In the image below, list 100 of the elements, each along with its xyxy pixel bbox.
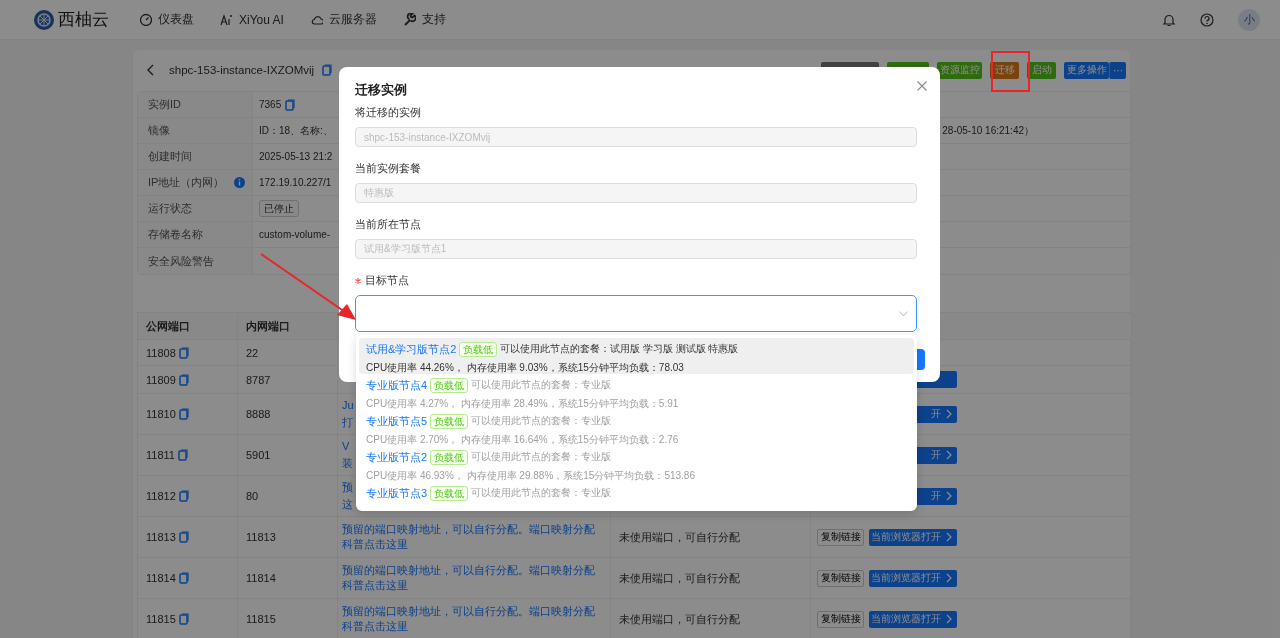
help-icon[interactable] bbox=[1200, 12, 1214, 27]
nav-link[interactable]: 支持 bbox=[402, 11, 446, 28]
table-cell: 11812 bbox=[146, 490, 176, 502]
status-tag: 已停止 bbox=[259, 200, 299, 217]
node-plans: 可以使用此节点的套餐：专业版 bbox=[471, 415, 612, 428]
field-label: 将迁移的实例 bbox=[355, 105, 421, 120]
node-name: 专业版节点2 bbox=[366, 450, 428, 465]
table-cell: 22 bbox=[246, 346, 259, 359]
field-label: IP地址（内网） bbox=[148, 175, 225, 190]
chevron-right-icon bbox=[946, 491, 952, 501]
cloud-icon bbox=[309, 13, 323, 26]
chevron-right-icon bbox=[946, 409, 952, 419]
user-avatar[interactable]: 小 bbox=[1238, 8, 1260, 31]
close-icon[interactable] bbox=[917, 81, 927, 91]
load-tag: 负载低 bbox=[430, 486, 469, 501]
field-label: 存储卷名称 bbox=[148, 227, 203, 242]
node-name: 试用&学习版节点2 bbox=[366, 342, 457, 357]
chevron-down-icon bbox=[899, 310, 908, 317]
field-value: 172.19.10.227/1 bbox=[259, 177, 332, 188]
copy-icon[interactable] bbox=[178, 373, 189, 386]
copy-icon[interactable] bbox=[178, 572, 189, 584]
table-cell: 11810 bbox=[146, 408, 176, 420]
table-cell: 未使用端口，可自行分配 bbox=[619, 611, 740, 627]
dialog-title: 迁移实例 bbox=[355, 81, 408, 99]
node-stats: CPU使用率 46.93%， 内存使用率 29.88%，系统15分钟平均负载：513.86 bbox=[366, 469, 696, 483]
field-label: 实例ID bbox=[148, 97, 181, 112]
table-cell: 未使用端口，可自行分配 bbox=[619, 529, 740, 545]
chevron-right-icon bbox=[946, 573, 952, 583]
copy-icon[interactable] bbox=[178, 490, 189, 502]
logo-text: 西柚云 bbox=[58, 9, 109, 31]
node-plans: 可以使用此节点的套餐：专业版 bbox=[471, 487, 612, 500]
open-in-browser-button[interactable]: 当前浏览器打开 bbox=[869, 569, 957, 587]
port-mapping-link[interactable]: 预留的端口映射地址，可以自行分配。端口映射分配科普点击这里 bbox=[342, 522, 602, 552]
open-in-browser-button[interactable]: 当前浏览器打开 bbox=[869, 528, 957, 546]
table-cell: 11811 bbox=[146, 449, 175, 461]
ai-icon bbox=[220, 13, 233, 26]
field-value: custom-volume- bbox=[259, 229, 331, 240]
table-cell: 11814 bbox=[146, 572, 176, 584]
port-mapping-link[interactable]: 预留的端口映射地址，可以自行分配。端口映射分配科普点击这里 bbox=[342, 604, 602, 634]
table-cell: 11815 bbox=[146, 613, 176, 625]
action-button[interactable]: 资源监控 bbox=[937, 61, 982, 79]
port-mapping-link[interactable]: 预留的端口映射地址，可以自行分配。端口映射分配科普点击这里 bbox=[342, 563, 602, 593]
nav-link[interactable]: 云服务器 bbox=[309, 11, 377, 28]
table-cell: 11808 bbox=[146, 346, 176, 359]
copy-link-button[interactable]: 复制链接 bbox=[817, 610, 864, 628]
node-plans: 可以使用此节点的套餐：专业版 bbox=[471, 379, 612, 392]
nav-link[interactable]: XiYou AI bbox=[220, 12, 284, 27]
copy-link-button[interactable]: 复制链接 bbox=[817, 528, 864, 546]
action-button[interactable]: 迁移 bbox=[990, 61, 1019, 79]
copy-icon[interactable] bbox=[178, 613, 189, 625]
wrench-icon bbox=[402, 13, 416, 26]
field-value: ID：18、名称:、 bbox=[259, 123, 333, 138]
dropdown-option[interactable]: 试用&学习版节点2 负载低 可以使用此节点的套餐：试用版 学习版 测试版 特惠版 CPU使用率 44.26%， 内存使用率 9.03%，系统15分钟平均负载：78.03 bbox=[359, 338, 914, 374]
table-cell: 8888 bbox=[246, 408, 271, 420]
node-plans: 可以使用此节点的套餐：试用版 学习版 测试版 特惠版 bbox=[500, 343, 739, 356]
copy-icon[interactable] bbox=[322, 64, 333, 76]
field-label: 安全风险警告 bbox=[148, 253, 214, 269]
copy-icon[interactable] bbox=[178, 531, 189, 543]
bell-icon[interactable] bbox=[1162, 12, 1176, 27]
load-tag: 负载低 bbox=[459, 342, 498, 357]
field-label: 创建时间 bbox=[148, 149, 192, 164]
port-mapping-link[interactable]: 打 bbox=[342, 415, 353, 430]
field-value: 7365 bbox=[259, 99, 282, 110]
table-cell: 11809 bbox=[146, 373, 176, 386]
copy-link-button[interactable]: 复制链接 bbox=[817, 569, 864, 587]
table-cell: 11813 bbox=[246, 531, 276, 543]
port-mapping-link[interactable]: 这 bbox=[342, 497, 353, 512]
load-tag: 负载低 bbox=[430, 450, 469, 465]
node-name: 专业版节点4 bbox=[366, 378, 428, 393]
port-mapping-link[interactable]: 预 bbox=[342, 480, 353, 495]
table-cell: 8787 bbox=[246, 373, 271, 386]
table-cell: 未使用端口，可自行分配 bbox=[619, 570, 740, 586]
field-label: 镜像 bbox=[148, 123, 170, 138]
field-value: 28-05-10 16:21:42） bbox=[942, 123, 1034, 138]
node-stats: CPU使用率 2.70%， 内存使用率 16.64%，系统15分钟平均负载：2.76 bbox=[366, 433, 680, 447]
copy-icon[interactable] bbox=[285, 98, 296, 111]
node-plans: 可以使用此节点的套餐：专业版 bbox=[471, 451, 612, 464]
load-tag: 负载低 bbox=[430, 378, 469, 393]
chevron-right-icon bbox=[946, 532, 952, 542]
target-node-select[interactable] bbox=[355, 295, 917, 332]
open-in-browser-button[interactable]: 当前浏览器打开 bbox=[869, 610, 957, 628]
instance-title: shpc-153-instance-IXZOMvij bbox=[169, 64, 315, 76]
table-cell: 5901 bbox=[246, 449, 271, 461]
action-button[interactable]: 启动 bbox=[1027, 61, 1056, 79]
copy-icon[interactable] bbox=[178, 408, 189, 420]
more-button[interactable]: ··· bbox=[1109, 61, 1126, 79]
table-cell: 80 bbox=[246, 490, 259, 502]
load-tag: 负载低 bbox=[430, 414, 469, 429]
port-mapping-link[interactable]: 装 bbox=[342, 456, 353, 471]
chevron-right-icon bbox=[946, 614, 952, 624]
node-name: 专业版节点5 bbox=[366, 414, 428, 429]
field-value: 2025-05-13 21:2 bbox=[259, 151, 333, 162]
port-mapping-link[interactable]: Ju bbox=[342, 398, 354, 413]
nav-link[interactable]: 仪表盘 bbox=[139, 11, 194, 28]
copy-icon[interactable] bbox=[177, 449, 188, 461]
port-mapping-link[interactable]: V bbox=[342, 439, 350, 454]
copy-icon[interactable] bbox=[178, 346, 189, 359]
table-cell: 11814 bbox=[246, 572, 276, 584]
more-actions-button[interactable]: 更多操作 bbox=[1064, 61, 1109, 79]
chevron-right-icon bbox=[946, 450, 952, 460]
